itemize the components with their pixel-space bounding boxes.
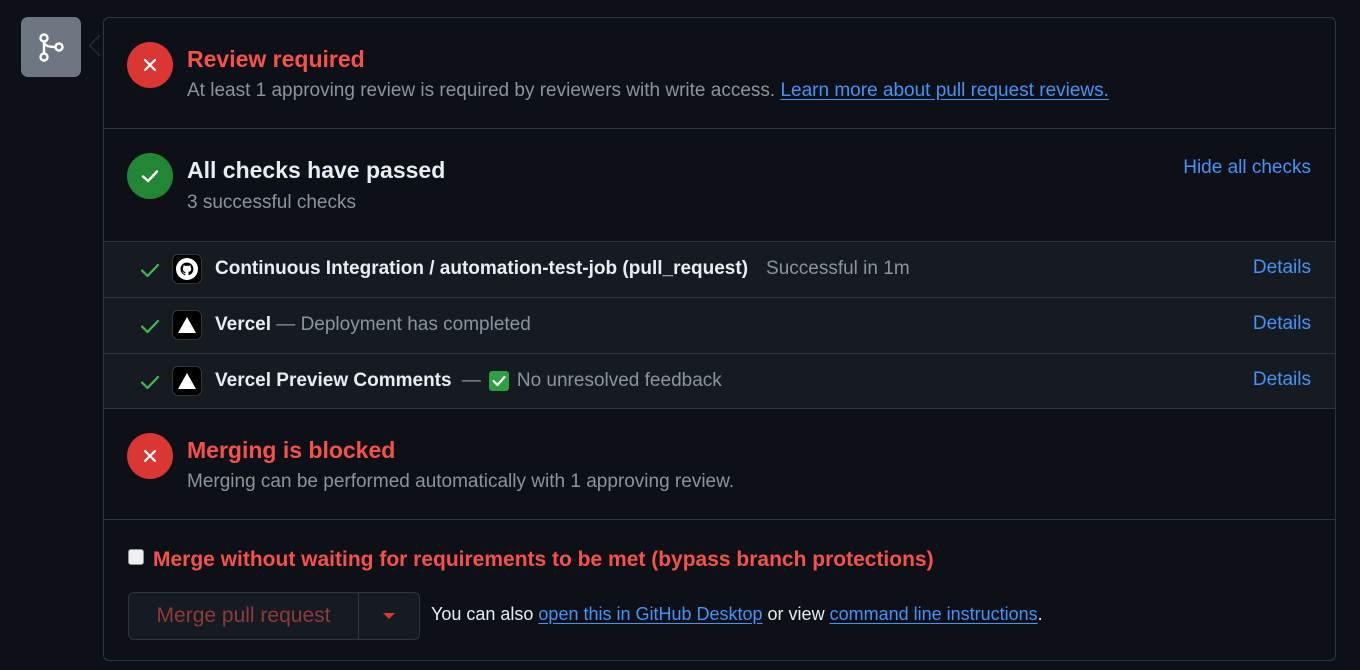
check-success-icon [140,263,160,278]
merge-blocked-icon [127,433,173,479]
review-required-section: Review required At least 1 approving rev… [104,18,1335,129]
review-required-description: At least 1 approving review is required … [187,80,1109,102]
check-row: Vercel — Deployment has completed Detail… [104,297,1335,353]
check-status: Successful in 1m [766,258,910,279]
check-row: Continuous Integration / automation-test… [104,241,1335,297]
merge-button-group: Merge pull request [128,592,420,640]
review-failed-icon [127,42,173,88]
check-success-icon [140,375,160,390]
caret-down-icon [383,613,395,619]
checkbox-checked-icon [488,371,509,391]
merge-status-panel: Review required At least 1 approving rev… [103,17,1336,661]
check-name: Continuous Integration / automation-test… [215,258,749,279]
check-row-text: Vercel Preview Comments — No unresolved … [215,354,722,408]
check-details-link[interactable]: Details [1253,369,1311,391]
also-prefix: You can also [431,604,539,624]
check-status: No unresolved feedback [516,370,722,391]
check-row-text: Vercel — Deployment has completed [215,298,531,352]
checks-count: 3 successful checks [187,192,356,213]
checks-section: All checks have passed 3 successful chec… [104,129,1335,241]
learn-more-reviews-link[interactable]: Learn more about pull request reviews. [780,80,1108,101]
merging-blocked-title: Merging is blocked [187,437,396,463]
check-row: Vercel Preview Comments — No unresolved … [104,353,1335,409]
alternate-merge-options: You can also open this in GitHub Desktop… [431,604,1043,625]
git-merge-icon [39,33,64,62]
branch-merge-icon-badge [21,17,81,77]
bypass-option: Merge without waiting for requirements t… [128,548,934,572]
check-details-link[interactable]: Details [1253,313,1311,335]
open-github-desktop-link[interactable]: open this in GitHub Desktop [538,604,762,624]
check-row-text: Continuous Integration / automation-test… [215,242,910,296]
check-name: Vercel [215,314,271,335]
checks-title: All checks have passed [187,157,446,183]
check-separator: — [271,314,301,335]
github-icon [172,254,202,284]
check-details-link[interactable]: Details [1253,257,1311,279]
merge-method-dropdown[interactable] [359,593,419,639]
check-status: Deployment has completed [300,314,531,335]
hide-all-checks-link[interactable]: Hide all checks [1183,157,1311,179]
check-name: Vercel Preview Comments [215,370,452,391]
check-separator: — [456,370,481,391]
bypass-checkbox[interactable] [128,549,144,565]
merging-blocked-section: Merging is blocked Merging can be perfor… [104,409,1335,520]
also-middle: or view [762,604,830,624]
vercel-icon [172,366,202,396]
merging-blocked-description: Merging can be performed automatically w… [187,471,735,492]
checks-list: Continuous Integration / automation-test… [104,241,1335,409]
review-description-text: At least 1 approving review is required … [187,80,776,101]
bypass-label[interactable]: Merge without waiting for requirements t… [153,548,934,572]
also-suffix: . [1037,604,1043,624]
checks-passed-icon [127,153,173,199]
vercel-icon [172,310,202,340]
check-success-icon [140,319,160,334]
merge-pull-request-button[interactable]: Merge pull request [129,593,359,639]
review-required-title: Review required [187,46,365,72]
command-line-instructions-link[interactable]: command line instructions [830,604,1038,624]
